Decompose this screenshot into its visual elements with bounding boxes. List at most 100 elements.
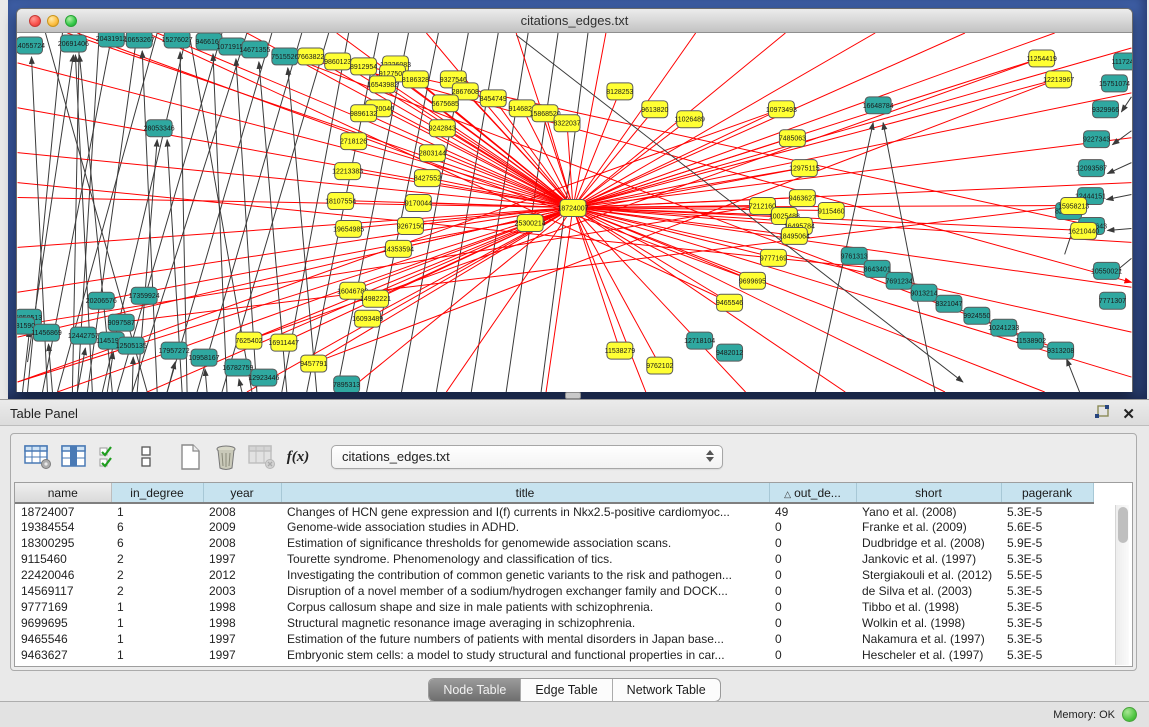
graph-node[interactable]: 8454749 [480,90,507,107]
graph-node[interactable]: 12442757 [68,327,99,344]
table-row[interactable]: 1456911722003Disruption of a novel membe… [15,583,1093,599]
graph-node[interactable]: 8186328 [402,71,429,88]
table-cell[interactable]: 0 [769,631,856,647]
graph-node[interactable]: 9924550 [963,307,990,324]
column-header-name[interactable]: name [15,483,111,503]
table-cell[interactable]: 6 [111,535,203,551]
graph-node[interactable]: 19654985 [333,220,364,237]
function-builder-icon[interactable]: f(x) [281,440,315,474]
graph-node[interactable]: 2718126 [340,133,367,150]
memory-status-indicator[interactable] [1122,707,1137,722]
graph-node[interactable]: 9013214 [910,284,937,301]
table-row[interactable]: 977716911998Corpus callosum shape and si… [15,599,1093,615]
graph-node[interactable]: 7663822 [297,48,324,65]
graph-node[interactable]: 9613820 [641,101,668,118]
table-cell[interactable]: 5.3E-5 [1001,631,1093,647]
graph-node[interactable]: 11456869 [31,324,62,341]
window-titlebar[interactable]: citations_edges.txt [17,9,1132,33]
graph-node[interactable]: 7895313 [333,376,360,392]
column-header-in_degree[interactable]: in_degree [111,483,203,503]
table-cell[interactable]: 2012 [203,567,281,583]
table-cell[interactable]: 5.3E-5 [1001,551,1093,567]
table-cell[interactable]: 9115460 [15,551,111,567]
delete-table-icon[interactable] [245,440,279,474]
table-cell[interactable]: 5.3E-5 [1001,615,1093,631]
graph-node[interactable]: 12213383 [332,163,363,180]
table-cell[interactable]: 2 [111,567,203,583]
new-file-icon[interactable] [173,440,207,474]
tab-network-table[interactable]: Network Table [612,679,720,701]
graph-node[interactable]: 12718104 [684,332,715,349]
graph-node[interactable]: 16543982 [367,76,398,93]
graph-node[interactable]: 17957272 [159,342,190,359]
graph-node[interactable]: 18724007 [557,200,588,217]
split-divider-handle[interactable] [565,392,581,399]
table-cell[interactable]: 5.3E-5 [1001,647,1093,663]
row-height-icon[interactable] [129,440,163,474]
graph-node[interactable]: 14055724 [17,37,45,54]
graph-node[interactable]: 20431912 [96,33,127,47]
graph-node[interactable]: 9762102 [646,357,673,374]
graph-node[interactable]: 9457791 [300,355,327,372]
graph-node[interactable]: 9329966 [1092,101,1119,118]
graph-node[interactable]: 20206576 [86,292,117,309]
table-cell[interactable]: 6 [111,519,203,535]
table-cell[interactable]: 14569117 [15,583,111,599]
table-cell[interactable]: 18724007 [15,503,111,519]
graph-node[interactable]: 7691234 [886,272,913,289]
graph-node[interactable]: 16648784 [863,97,894,114]
table-cell[interactable]: 9777169 [15,599,111,615]
table-row[interactable]: 946362711997Embryonic stem cells: a mode… [15,647,1093,663]
graph-node[interactable]: 12505135 [116,337,147,354]
table-cell[interactable]: 9465546 [15,631,111,647]
graph-node[interactable]: 9463627 [789,190,816,207]
table-cell[interactable]: 5.3E-5 [1001,503,1093,519]
graph-node[interactable]: 8128253 [606,83,633,100]
column-header-pagerank[interactable]: pagerank [1001,483,1093,503]
table-cell[interactable]: Wolkin et al. (1998) [856,615,1001,631]
graph-node[interactable]: 11026489 [674,111,705,128]
table-cell[interactable]: 2008 [203,503,281,519]
column-header-year[interactable]: year [203,483,281,503]
table-cell[interactable]: 9463627 [15,647,111,663]
graph-node[interactable]: 9097587 [108,314,135,331]
graph-node[interactable]: 18107554 [325,193,356,210]
graph-node[interactable]: 10653267 [124,33,155,48]
graph-node[interactable]: 8427552 [414,170,441,187]
graph-node[interactable]: 16093489 [352,310,383,327]
table-cell[interactable]: 0 [769,519,856,535]
table-cell[interactable]: 1998 [203,615,281,631]
select-columns-icon[interactable] [57,440,91,474]
table-cell[interactable]: Stergiakouli et al. (2012) [856,567,1001,583]
table-cell[interactable]: 2 [111,551,203,567]
graph-node[interactable]: 9170044 [405,195,432,212]
graph-node[interactable]: 14353594 [383,240,414,257]
table-cell[interactable]: 5.3E-5 [1001,599,1093,615]
table-row[interactable]: 911546021997Tourette syndrome. Phenomeno… [15,551,1093,567]
column-header-short[interactable]: short [856,483,1001,503]
graph-node[interactable]: 9465546 [716,294,743,311]
graph-node[interactable]: 9482012 [716,344,743,361]
graph-node[interactable]: 9242843 [429,120,456,137]
graph-node[interactable]: 14982221 [360,290,391,307]
table-cell[interactable]: 5.9E-5 [1001,535,1093,551]
table-cell[interactable]: Corpus callosum shape and size in male p… [281,599,769,615]
table-cell[interactable]: Structural magnetic resonance image aver… [281,615,769,631]
table-cell[interactable]: 1997 [203,631,281,647]
table-cell[interactable]: 1 [111,503,203,519]
graph-node[interactable]: 10973493 [766,101,797,118]
graph-node[interactable]: 12093587 [1076,160,1107,177]
float-panel-icon[interactable] [1094,404,1110,425]
table-cell[interactable]: Estimation of the future numbers of pati… [281,631,769,647]
table-cell[interactable]: 0 [769,567,856,583]
graph-node[interactable]: 9896132 [350,105,377,122]
table-cell[interactable]: 9699695 [15,615,111,631]
table-cell[interactable]: Franke et al. (2009) [856,519,1001,535]
table-cell[interactable]: Genome-wide association studies in ADHD. [281,519,769,535]
table-cell[interactable]: 1997 [203,551,281,567]
table-cell[interactable]: 22420046 [15,567,111,583]
table-cell[interactable]: 18300295 [15,535,111,551]
graph-node[interactable]: 7771307 [1099,292,1126,309]
table-row[interactable]: 946554611997Estimation of the future num… [15,631,1093,647]
table-cell[interactable]: 2009 [203,519,281,535]
